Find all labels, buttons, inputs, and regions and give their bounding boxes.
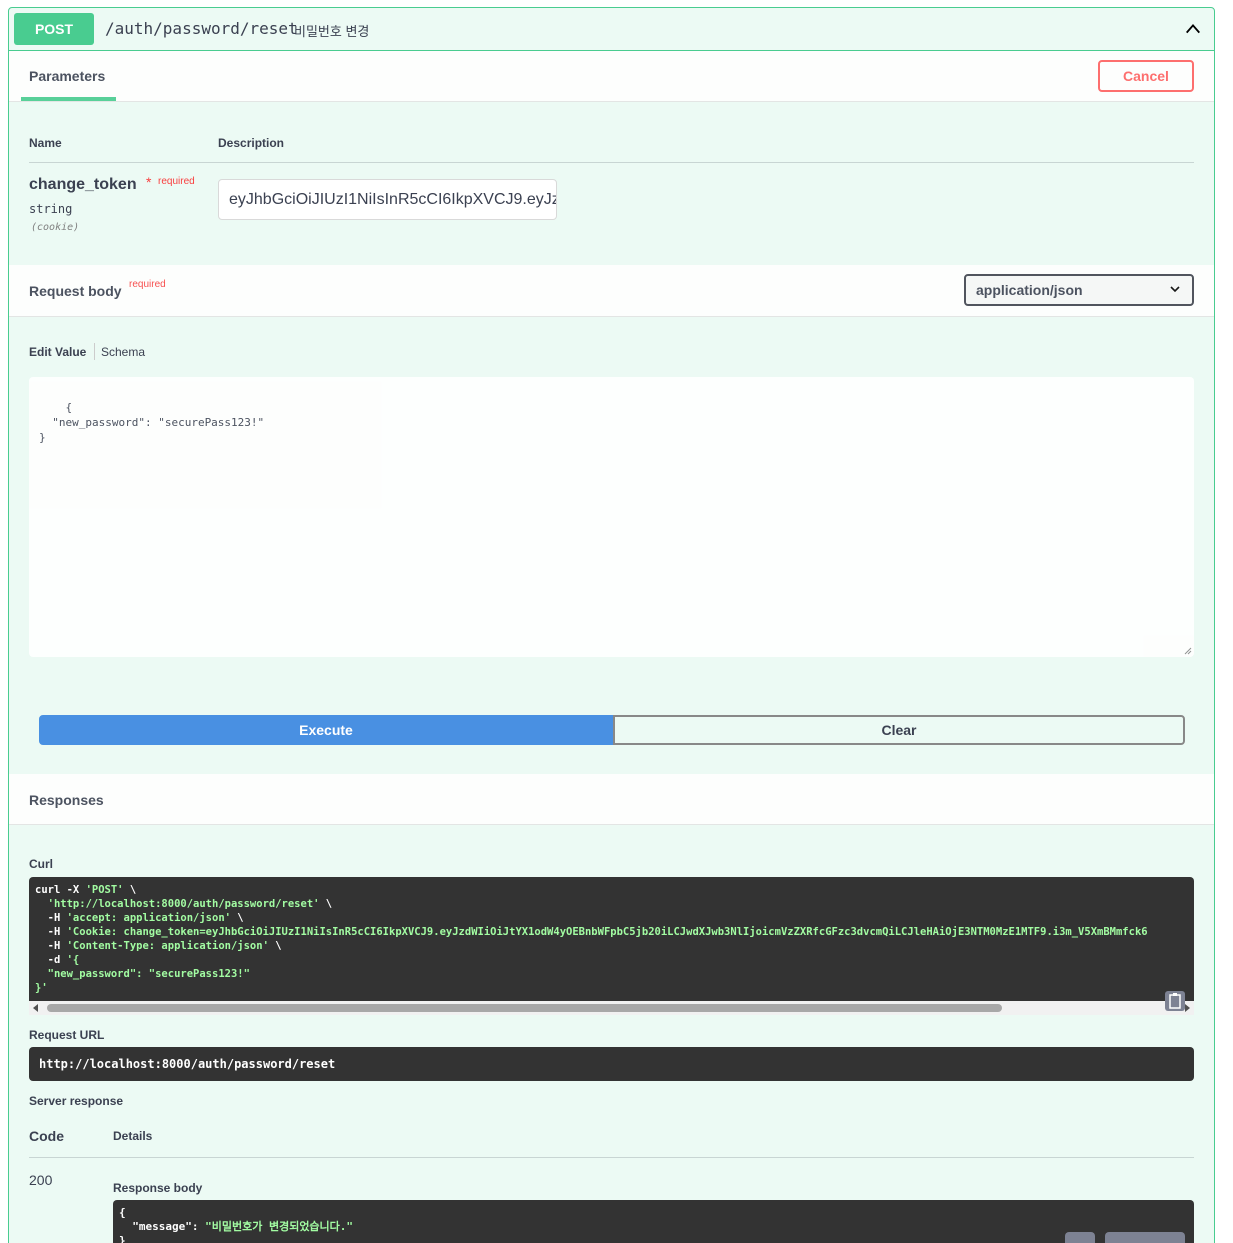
tab-edit-value[interactable]: Edit Value (29, 345, 86, 359)
tab-parameters[interactable]: Parameters (29, 68, 105, 84)
response-body-label: Response body (113, 1181, 203, 1195)
response-value: "비밀번호가 변경되었습니다." (205, 1220, 354, 1233)
divider (29, 162, 1194, 163)
param-name: change_token (29, 176, 137, 193)
details-column-header: Details (113, 1129, 153, 1143)
response-body-block[interactable]: { "message": "비밀번호가 변경되었습니다." } (113, 1200, 1194, 1243)
tab-separator (94, 343, 95, 360)
description-column-header: Description (218, 136, 285, 150)
request-body-required: required (129, 279, 166, 290)
operation-block: POST /auth/password/reset 비밀번호 변경 Parame… (8, 7, 1215, 1243)
curl-line: -H (35, 912, 67, 924)
cancel-button[interactable]: Cancel (1098, 60, 1194, 92)
parameters-header: Parameters Cancel (9, 51, 1214, 102)
operation-path: /auth/password/reset (105, 19, 298, 38)
name-column-header: Name (29, 136, 62, 150)
copy-icon[interactable] (1065, 1232, 1095, 1243)
curl-line: }' (35, 982, 48, 994)
curl-line: -H (35, 926, 67, 938)
curl-line: 'accept: application/json' (66, 912, 231, 924)
curl-line: -H (35, 940, 67, 952)
chevron-up-icon[interactable] (1184, 20, 1202, 38)
required-star: * (146, 174, 152, 190)
response-code: 200 (29, 1172, 53, 1188)
server-response-label: Server response (29, 1094, 124, 1108)
curl-line: curl -X (35, 884, 86, 896)
scroll-right-icon[interactable] (1185, 1004, 1190, 1012)
chevron-down-icon (1170, 286, 1180, 293)
responses-title: Responses (29, 792, 104, 808)
resize-grip-icon[interactable] (1184, 647, 1192, 655)
scroll-left-icon[interactable] (33, 1004, 38, 1012)
download-button[interactable] (1105, 1232, 1185, 1243)
request-body-text: { "new_password": "securePass123!" } (39, 401, 265, 444)
execute-button[interactable]: Execute (39, 715, 613, 745)
content-type-value: application/json (976, 282, 1083, 298)
curl-line: 'POST' (85, 884, 124, 896)
request-body-header: Request body required application/json (9, 265, 1214, 317)
clear-button[interactable]: Clear (613, 715, 1185, 745)
change-token-input[interactable]: eyJhbGciOiJIUzI1NiIsInR5cCI6IkpXVCJ9.eyJ… (218, 179, 557, 220)
curl-scrollbar[interactable] (29, 1001, 1194, 1015)
responses-header: Responses (9, 774, 1214, 825)
curl-line: "new_password": "securePass123!" (35, 968, 250, 980)
divider (29, 1157, 1194, 1158)
curl-line: 'http://localhost:8000/auth/password/res… (35, 898, 320, 910)
param-required-label: required (158, 176, 195, 187)
param-type: string (29, 202, 73, 216)
curl-code-block[interactable]: curl -X 'POST' \ 'http://localhost:8000/… (29, 877, 1194, 1001)
response-line: { (119, 1206, 126, 1219)
response-colon: : (191, 1220, 206, 1233)
method-badge: POST (14, 13, 94, 45)
request-body-editor[interactable]: { "new_password": "securePass123!" } (29, 377, 1194, 657)
param-location: (cookie) (31, 222, 80, 233)
content-type-select[interactable]: application/json (964, 274, 1194, 306)
tab-schema[interactable]: Schema (101, 345, 145, 359)
response-key: "message" (132, 1220, 192, 1233)
copy-icon[interactable] (1165, 991, 1185, 1011)
tab-underline (21, 97, 116, 101)
scroll-thumb[interactable] (47, 1004, 1002, 1012)
curl-line: 'Cookie: change_token=eyJhbGciOiJIUzI1Ni… (66, 926, 1148, 938)
code-column-header: Code (29, 1128, 64, 1144)
curl-line: '{ (66, 954, 80, 966)
request-url-label: Request URL (29, 1028, 105, 1042)
request-url-box[interactable]: http://localhost:8000/auth/password/rese… (29, 1047, 1194, 1081)
curl-line: 'Content-Type: application/json' (66, 940, 269, 952)
operation-summary[interactable]: POST /auth/password/reset 비밀번호 변경 (9, 8, 1214, 51)
operation-summary-text: 비밀번호 변경 (294, 24, 370, 39)
request-body-title: Request body (29, 283, 122, 299)
curl-line: -d (35, 954, 67, 966)
curl-label: Curl (29, 857, 53, 871)
curl-line: \ (123, 884, 137, 896)
response-line: } (119, 1234, 126, 1243)
